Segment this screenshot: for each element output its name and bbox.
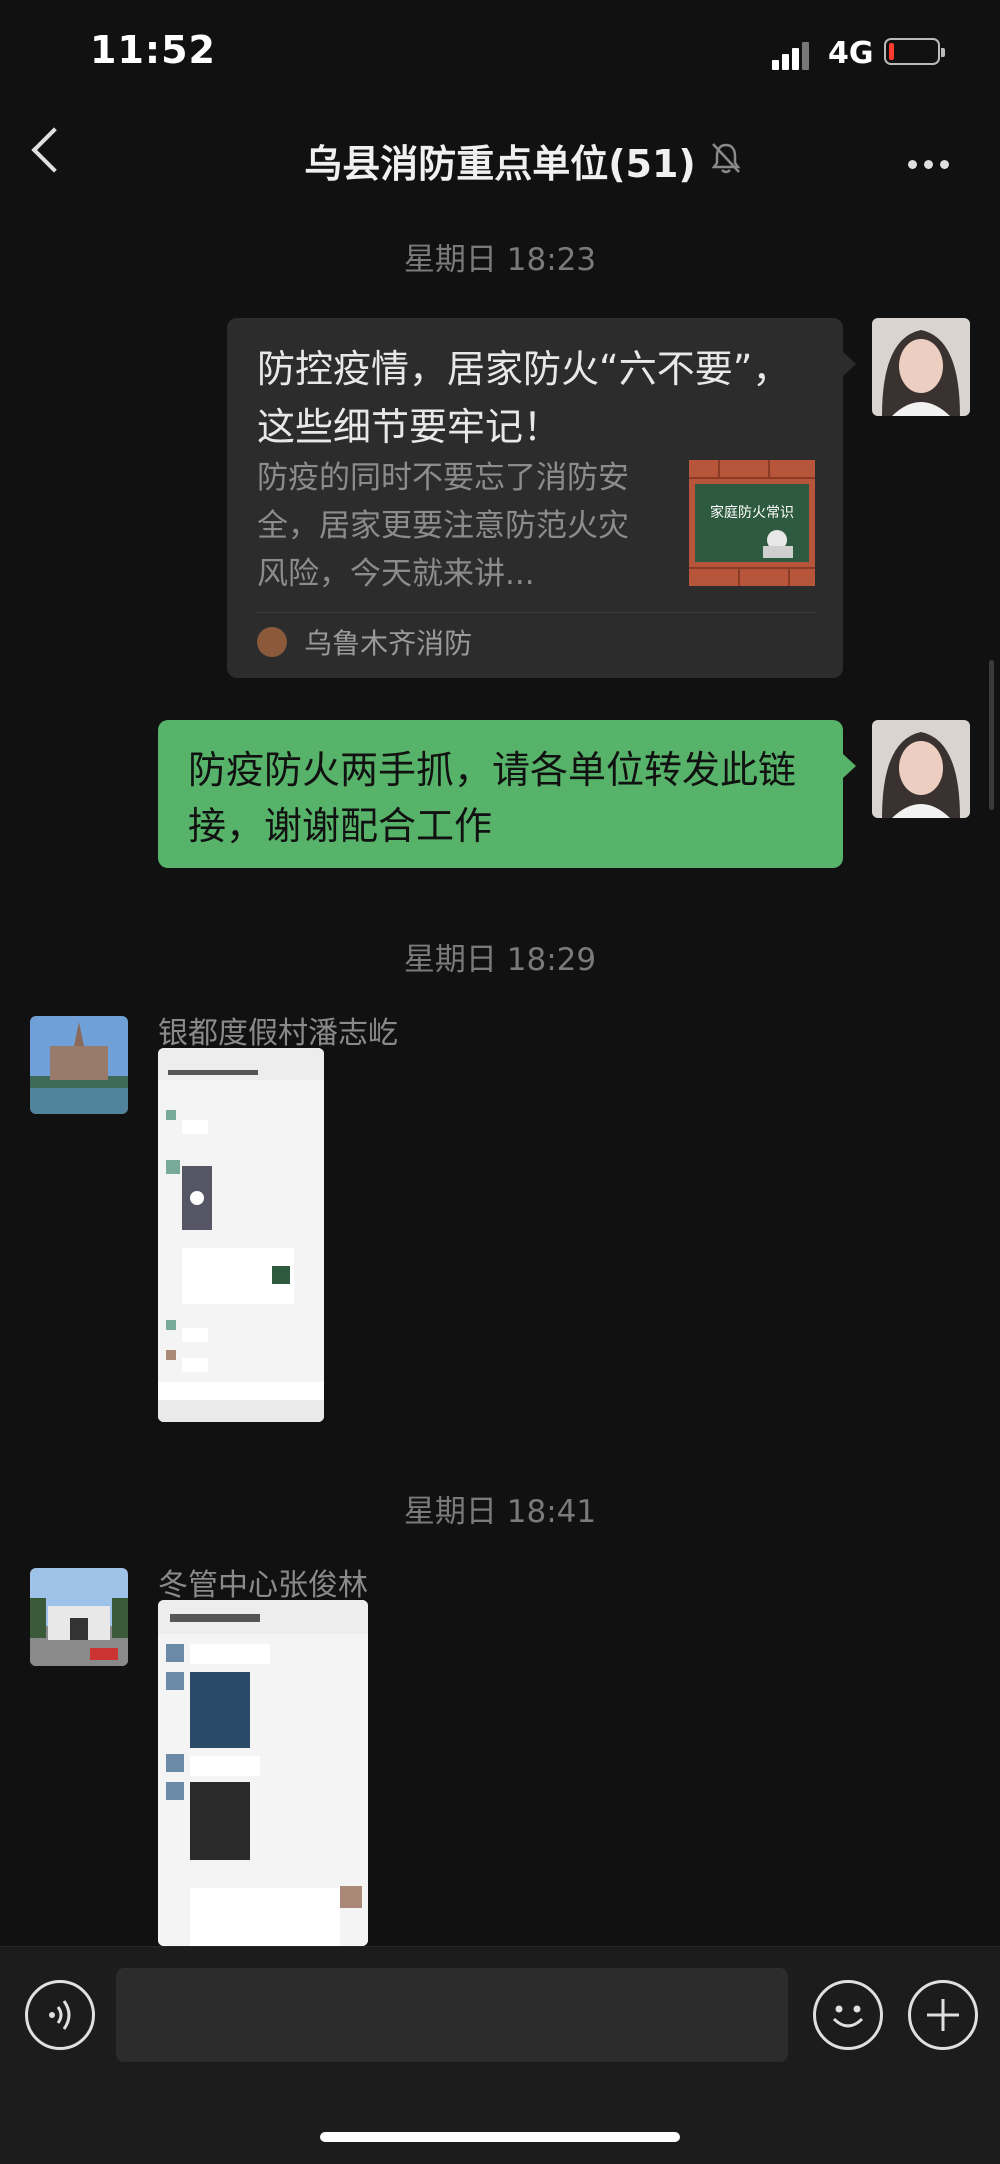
link-card-source: 乌鲁木齐消防: [257, 622, 472, 672]
divider: [257, 612, 815, 613]
chat-title: 乌县消防重点单位(51): [304, 142, 696, 186]
thumb-text: 家庭防火常识: [710, 505, 794, 521]
sender-name: 冬管中心张俊林: [158, 1568, 368, 1603]
link-card[interactable]: 防控疫情，居家防火“六不要”，这些细节要牢记！ 防疫的同时不要忘了消防安全，居家…: [227, 318, 843, 678]
bubble-tail: [843, 754, 856, 778]
time-separator: 星期日 18:41: [403, 1494, 597, 1530]
sender-avatar[interactable]: [30, 1568, 128, 1666]
time-separator: 星期日 18:29: [403, 942, 597, 978]
source-name: 乌鲁木齐消防: [304, 627, 473, 660]
link-card-title: 防控疫情，居家防火“六不要”，这些细节要牢记！: [257, 347, 791, 449]
network-type: 4G: [828, 36, 874, 71]
message-input[interactable]: [116, 1968, 788, 2062]
image-message[interactable]: [158, 1048, 324, 1422]
more-dots-icon[interactable]: [908, 154, 956, 173]
link-card-thumbnail: 家庭防火常识: [689, 460, 815, 586]
home-indicator[interactable]: [320, 2132, 680, 2142]
sender-avatar[interactable]: [30, 1016, 128, 1114]
status-time: 11:52: [90, 28, 216, 72]
time-separator: 星期日 18:23: [403, 242, 597, 278]
message-text: 防疫防火两手抓，请各单位转发此链接，谢谢配合工作: [188, 748, 797, 848]
my-avatar[interactable]: [872, 720, 970, 818]
bubble-tail: [843, 352, 856, 376]
my-avatar[interactable]: [872, 318, 970, 416]
voice-icon[interactable]: [25, 1980, 95, 2050]
source-logo-icon: [257, 627, 287, 657]
bell-slash-icon: [708, 140, 744, 176]
scrollbar[interactable]: [989, 660, 994, 810]
image-message[interactable]: [158, 1600, 368, 1946]
my-text-message[interactable]: 防疫防火两手抓，请各单位转发此链接，谢谢配合工作: [158, 720, 843, 868]
link-card-desc: 防疫的同时不要忘了消防安全，居家更要注意防范火灾风险，今天就来讲...: [257, 460, 629, 592]
sender-name: 银都度假村潘志屹: [158, 1016, 398, 1051]
signal-icon: [772, 42, 812, 70]
battery-icon: [884, 38, 945, 65]
plus-icon[interactable]: [908, 1980, 978, 2050]
emoji-icon[interactable]: [813, 1980, 883, 2050]
